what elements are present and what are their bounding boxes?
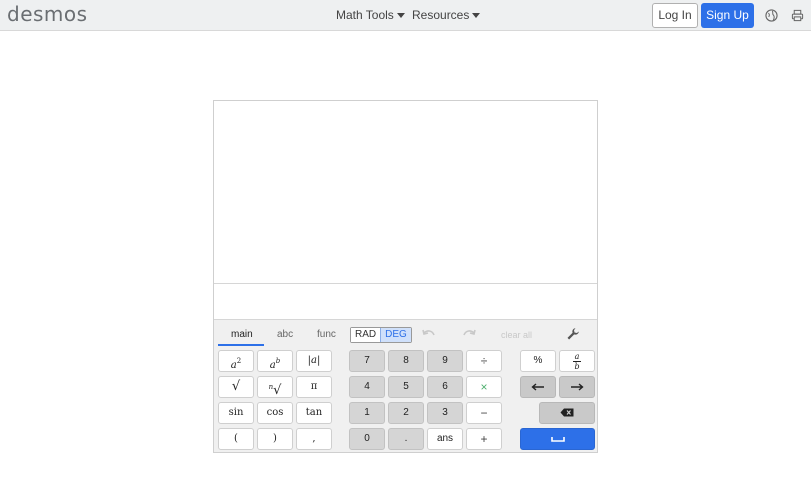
redo-icon[interactable] [462,329,476,339]
tab-abc[interactable]: abc [277,329,293,340]
active-tab-indicator [218,344,264,346]
right-arrow-icon [571,382,584,391]
keypad: main abc func RAD DEG clear all a2 ab |a… [214,319,597,452]
fraction-key[interactable]: a b [559,350,595,372]
decimal-key[interactable]: . [388,428,424,450]
globe-icon[interactable] [765,9,778,22]
key-3[interactable]: 3 [427,402,463,424]
open-paren-key[interactable]: ( [218,428,254,450]
key-7[interactable]: 7 [349,350,385,372]
comma-key[interactable]: , [296,428,332,450]
nth-root-key[interactable]: n√ [257,376,293,398]
resources-label: Resources [412,8,470,22]
key-2[interactable]: 2 [388,402,424,424]
undo-icon[interactable] [422,329,436,339]
add-key[interactable]: + [466,428,502,450]
pi-key[interactable]: π [296,376,332,398]
key-0[interactable]: 0 [349,428,385,450]
deg-button[interactable]: DEG [380,328,411,342]
backspace-icon [560,408,574,417]
key-4[interactable]: 4 [349,376,385,398]
key-9[interactable]: 9 [427,350,463,372]
tan-key[interactable]: tan [296,402,332,424]
square-root-key[interactable]: √ [218,376,254,398]
key-6[interactable]: 6 [427,376,463,398]
math-tools-menu[interactable]: Math Tools [336,8,405,22]
sin-key[interactable]: sin [218,402,254,424]
scientific-calculator: main abc func RAD DEG clear all a2 ab |a… [213,100,598,453]
cursor-right-key[interactable] [559,376,595,398]
key-5[interactable]: 5 [388,376,424,398]
enter-icon [550,436,565,442]
close-paren-key[interactable]: ) [257,428,293,450]
fraction-numerator: a [574,352,580,361]
fraction-denominator: b [574,362,580,371]
chevron-down-icon [396,13,405,19]
rad-button[interactable]: RAD [351,328,381,342]
angle-mode-toggle: RAD DEG [350,327,412,343]
enter-key[interactable] [520,428,595,450]
printer-icon[interactable] [791,9,804,22]
tab-func[interactable]: func [317,329,336,340]
cos-key[interactable]: cos [257,402,293,424]
desmos-logo[interactable]: desmos [7,2,88,26]
backspace-key[interactable] [539,402,595,424]
left-arrow-icon [531,382,544,391]
ans-key[interactable]: ans [427,428,463,450]
cursor-left-key[interactable] [520,376,556,398]
absolute-value-key[interactable]: |a| [296,350,332,372]
expression-input[interactable] [214,284,597,319]
divide-key[interactable]: ÷ [466,350,502,372]
top-bar: desmos Math Tools Resources Log In Sign … [0,0,811,31]
keypad-tabs: main abc func RAD DEG clear all [214,320,597,347]
key-1[interactable]: 1 [349,402,385,424]
percent-key[interactable]: % [520,350,556,372]
key-8[interactable]: 8 [388,350,424,372]
wrench-icon[interactable] [566,327,580,341]
tab-main[interactable]: main [231,329,253,340]
chevron-down-icon [472,13,481,19]
login-button[interactable]: Log In [652,3,698,28]
power-key[interactable]: ab [257,350,293,372]
math-tools-label: Math Tools [336,8,394,22]
signup-button[interactable]: Sign Up [701,3,754,28]
multiply-key[interactable]: × [466,376,502,398]
calculation-history [214,101,597,284]
subtract-key[interactable]: − [466,402,502,424]
resources-menu[interactable]: Resources [412,8,481,22]
square-key[interactable]: a2 [218,350,254,372]
clear-all-button[interactable]: clear all [501,330,532,340]
